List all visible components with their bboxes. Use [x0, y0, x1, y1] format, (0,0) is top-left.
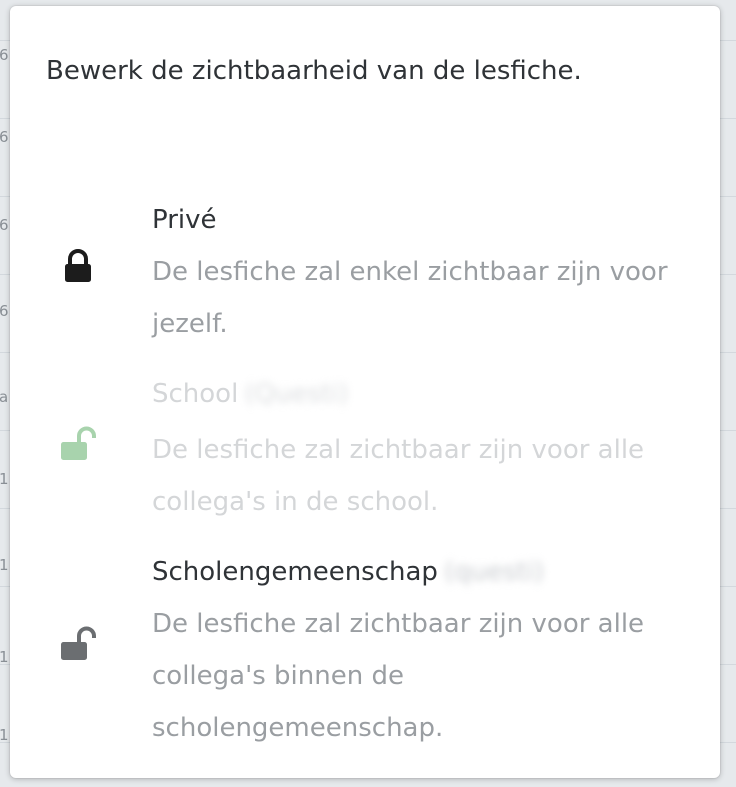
background-cell-text: 6: [0, 128, 9, 146]
lock-open-icon: [58, 424, 98, 464]
lock-open-icon: [58, 624, 98, 664]
background-cell-text: 1: [0, 470, 9, 488]
option-title-text: Scholengemeenschap: [152, 557, 438, 587]
background-cell-text: 1: [0, 648, 9, 666]
option-title: School (Questi): [152, 376, 349, 412]
popover-intro-text: Bewerk de zichtbaarheid van de lesfiche.: [46, 56, 582, 86]
background-cell-text: 1: [0, 726, 9, 744]
visibility-popover: Bewerk de zichtbaarheid van de lesfiche.…: [10, 6, 720, 778]
background-cell-text: 6: [0, 302, 9, 320]
option-description: De lesfiche zal enkel zichtbaar zijn voo…: [152, 257, 668, 339]
lock-closed-icon: [58, 246, 98, 286]
community-name-redacted: (questi): [443, 557, 545, 587]
school-name-redacted: (Questi): [244, 379, 349, 409]
background-cell-text: a: [0, 388, 9, 406]
option-title-text: School: [152, 379, 239, 409]
option-title: Privé: [152, 205, 217, 235]
background-cell-text: 6: [0, 216, 9, 234]
background-cell-text: 1: [0, 556, 9, 574]
option-description: De lesfiche zal zichtbaar zijn voor alle…: [152, 609, 645, 743]
background-cell-text: 6: [0, 46, 9, 64]
option-description: De lesfiche zal zichtbaar zijn voor alle…: [152, 435, 645, 517]
option-title: Scholengemeenschap (questi): [152, 554, 544, 590]
